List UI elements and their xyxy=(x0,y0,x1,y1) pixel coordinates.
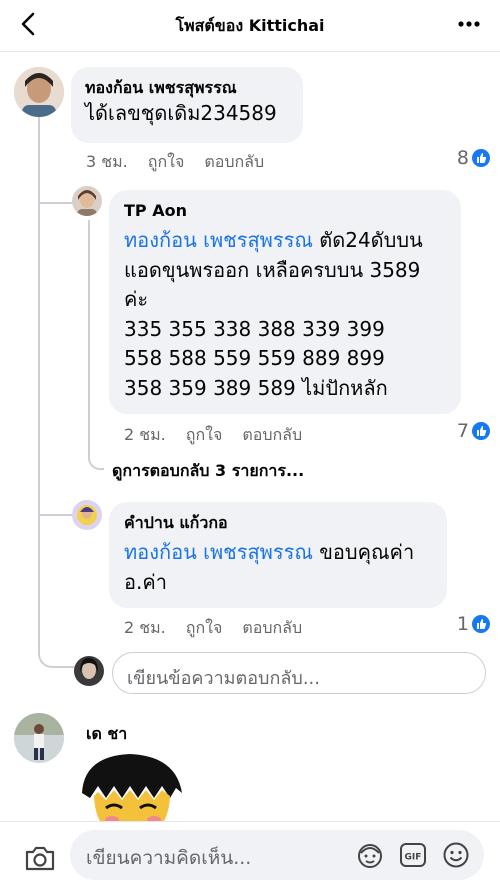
reply-button[interactable]: ตอบกลับ xyxy=(242,423,302,448)
thread-line-branch xyxy=(38,494,74,516)
comment-bubble: คำปาน แก้วกอ ทองก้อน เพชรสุพรรณ ขอบคุณค่… xyxy=(109,502,447,608)
svg-text:GIF: GIF xyxy=(405,853,422,863)
gif-icon: GIF xyxy=(400,843,426,867)
comment-text-line: 335 355 338 388 339 399 xyxy=(124,316,385,341)
reaction-count[interactable]: 8 xyxy=(457,147,490,169)
comment-text: ได้เลขชุดเดิม234589 xyxy=(85,101,277,125)
gif-button[interactable]: GIF xyxy=(399,841,427,869)
emoji-button[interactable] xyxy=(442,841,470,869)
more-dots-icon xyxy=(458,21,480,27)
comment-text-line: แอดขุนพรออก เหลือครบบน 3589 xyxy=(124,257,421,282)
like-icon xyxy=(472,422,490,440)
avatar-sticker-icon xyxy=(358,844,382,868)
comment-text-line: อ.ค่า xyxy=(124,569,167,594)
like-button[interactable]: ถูกใจ xyxy=(186,616,223,641)
comment-actions: 2 ชม. ถูกใจ ตอบกลับ xyxy=(124,423,302,448)
comment-text-line: ตัด24ดับบน xyxy=(312,228,423,252)
reply-button[interactable]: ตอบกลับ xyxy=(242,616,302,641)
like-icon xyxy=(472,615,490,633)
comment-author[interactable]: TP Aon xyxy=(124,200,446,222)
mention-link[interactable]: ทองก้อน เพชรสุพรรณ xyxy=(124,540,313,564)
view-more-replies-link[interactable]: ดูการตอบกลับ 3 รายการ... xyxy=(112,459,304,484)
comment-text-line: 358 359 389 589 ไม่ปักหลัก xyxy=(124,375,388,400)
comment-author[interactable]: เด ชา xyxy=(86,722,127,747)
like-icon xyxy=(472,149,490,167)
reaction-count-number: 8 xyxy=(456,147,469,169)
like-button[interactable]: ถูกใจ xyxy=(186,423,223,448)
comment-time[interactable]: 2 ชม. xyxy=(124,616,166,641)
back-arrow-icon xyxy=(21,12,35,36)
page-title: โพสต์ของ Kittichai xyxy=(175,16,325,35)
comment-bubble: ทองก้อน เพชรสุพรรณ ได้เลขชุดเดิม234589 xyxy=(71,67,303,143)
thread-line-branch xyxy=(38,182,74,204)
avatar[interactable] xyxy=(14,713,64,763)
thread-line-sub xyxy=(88,220,104,470)
reaction-count-number: 7 xyxy=(456,420,469,442)
comment-text-line: 558 588 559 559 889 899 xyxy=(124,346,385,370)
comment-actions: 2 ชม. ถูกใจ ตอบกลับ xyxy=(124,616,302,641)
avatar[interactable] xyxy=(72,500,102,530)
reply-button[interactable]: ตอบกลับ xyxy=(204,150,264,175)
camera-icon xyxy=(25,846,55,871)
reaction-count-number: 1 xyxy=(456,613,469,635)
comment-composer-bar: เขียนความคิดเห็น... GIF xyxy=(0,821,500,889)
like-button[interactable]: ถูกใจ xyxy=(148,150,185,175)
avatar[interactable] xyxy=(14,67,64,117)
comment-time[interactable]: 3 ชม. xyxy=(86,150,128,175)
comment-text: ทองก้อน เพชรสุพรรณ ตัด24ดับบน แอดขุนพรออ… xyxy=(124,226,446,403)
comment-author[interactable]: ทองก้อน เพชรสุพรรณ xyxy=(85,77,289,99)
more-options-button[interactable] xyxy=(454,10,484,40)
reply-input[interactable]: เขียนข้อความตอบกลับ... xyxy=(112,652,486,694)
avatar-sticker-button[interactable] xyxy=(356,841,384,869)
avatar-photo xyxy=(14,67,64,117)
mention-link[interactable]: ทองก้อน เพชรสุพรรณ xyxy=(124,228,313,252)
comment-text-line: ขอบคุณค่า xyxy=(312,540,415,564)
comment-author[interactable]: คำปาน แก้วกอ xyxy=(124,512,432,534)
comment-actions: 3 ชม. ถูกใจ ตอบกลับ xyxy=(86,150,264,175)
avatar-photo xyxy=(74,656,104,686)
camera-button[interactable] xyxy=(24,844,56,872)
comment-text-line: ค่ะ xyxy=(124,287,149,311)
reaction-count[interactable]: 1 xyxy=(457,613,490,635)
comment-input[interactable]: เขียนความคิดเห็น... GIF xyxy=(70,830,484,880)
top-bar: โพสต์ของ Kittichai xyxy=(0,0,500,52)
avatar-photo xyxy=(72,500,102,530)
reaction-count[interactable]: 7 xyxy=(457,420,490,442)
avatar-photo xyxy=(14,713,64,763)
smiley-icon xyxy=(443,842,469,868)
sticker-image xyxy=(72,748,192,822)
comment-text: ทองก้อน เพชรสุพรรณ ขอบคุณค่า อ.ค่า xyxy=(124,538,432,597)
comment-time[interactable]: 2 ชม. xyxy=(124,423,166,448)
current-user-avatar xyxy=(74,656,104,686)
avatar-photo xyxy=(72,186,102,216)
back-button[interactable] xyxy=(14,10,44,40)
comment-bubble: TP Aon ทองก้อน เพชรสุพรรณ ตัด24ดับบน แอด… xyxy=(109,190,461,414)
avatar[interactable] xyxy=(72,186,102,216)
comment-input-placeholder: เขียนความคิดเห็น... xyxy=(86,847,252,869)
